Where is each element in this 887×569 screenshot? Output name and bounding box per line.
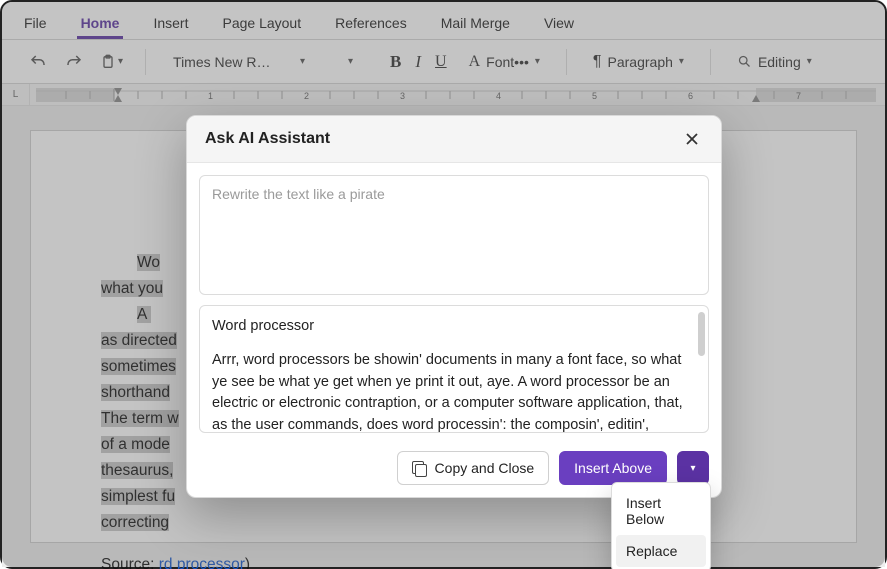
toolbar-divider	[710, 49, 711, 75]
menu-bar: File Home Insert Page Layout References …	[2, 2, 885, 40]
insert-dropdown-toggle[interactable]: ▾	[677, 451, 709, 485]
menu-tab-page-layout[interactable]: Page Layout	[218, 5, 305, 39]
source-trailing: )	[245, 556, 250, 569]
svg-text:7: 7	[796, 91, 801, 101]
copy-close-label: Copy and Close	[435, 460, 535, 476]
doc-text: simplest fu	[101, 488, 175, 505]
dropdown-replace[interactable]: Replace	[616, 535, 706, 567]
toolbar-divider	[566, 49, 567, 75]
font-name-label: Times New R…	[173, 54, 271, 70]
font-a-icon: A	[469, 53, 481, 71]
paragraph-button[interactable]: ¶ Paragraph ▾	[585, 49, 692, 75]
response-heading: Word processor	[212, 316, 696, 338]
insert-dropdown-menu: Insert Below Replace	[611, 482, 711, 569]
menu-tab-home[interactable]: Home	[77, 5, 124, 39]
svg-text:1: 1	[208, 91, 213, 101]
insert-above-label: Insert Above	[574, 460, 652, 476]
font-more-label: Font•••	[486, 54, 529, 70]
source-label: Source:	[101, 556, 159, 569]
copy-icon	[412, 461, 427, 476]
menu-tab-file[interactable]: File	[20, 5, 51, 39]
close-button[interactable]	[681, 128, 703, 150]
modal-title: Ask AI Assistant	[205, 130, 330, 148]
svg-text:3: 3	[400, 91, 405, 101]
menu-tab-view[interactable]: View	[540, 5, 578, 39]
scrollbar-thumb[interactable]	[698, 312, 705, 356]
editing-label: Editing	[758, 54, 801, 70]
doc-text: Wo	[137, 254, 160, 271]
svg-text:4: 4	[496, 91, 501, 101]
close-icon	[685, 132, 699, 146]
doc-text: shorthand	[101, 384, 170, 401]
chevron-down-icon: ▾	[535, 56, 540, 67]
undo-icon[interactable]	[24, 48, 52, 76]
redo-icon[interactable]	[60, 48, 88, 76]
svg-text:2: 2	[304, 91, 309, 101]
dropdown-insert-below[interactable]: Insert Below	[616, 487, 706, 535]
doc-text: sometimes	[101, 358, 176, 375]
toolbar-divider	[145, 49, 146, 75]
response-body: Arrr, word processors be showin' documen…	[212, 350, 696, 433]
response-output: Word processor Arrr, word processors be …	[199, 305, 709, 433]
indent-marker-bottom	[114, 95, 122, 102]
underline-button[interactable]: U	[435, 53, 447, 71]
modal-header: Ask AI Assistant	[187, 116, 721, 163]
insert-above-button[interactable]: Insert Above	[559, 451, 667, 485]
ruler-row: L 1 2 3 4 5 6 7	[2, 84, 885, 106]
editing-button[interactable]: Editing ▾	[729, 50, 820, 74]
chevron-down-icon: ▾	[690, 463, 695, 474]
svg-text:6: 6	[688, 91, 693, 101]
doc-text: correcting	[101, 514, 169, 531]
chevron-down-icon: ▾	[118, 56, 123, 67]
search-icon	[737, 54, 752, 69]
menu-tab-mail-merge[interactable]: Mail Merge	[437, 5, 514, 39]
horizontal-ruler[interactable]: 1 2 3 4 5 6 7	[30, 85, 885, 105]
chevron-down-icon: ▾	[807, 56, 812, 67]
ai-assistant-modal: Ask AI Assistant Word processor Arrr, wo…	[186, 115, 722, 498]
copy-and-close-button[interactable]: Copy and Close	[397, 451, 550, 485]
doc-text: as directed	[101, 332, 177, 349]
paragraph-label: Paragraph	[608, 54, 673, 70]
svg-text:5: 5	[592, 91, 597, 101]
toolbar: ▾ Times New R… ▾ ▾ B I U A Font••• ▾ ¶ P…	[2, 40, 885, 84]
italic-button[interactable]: I	[415, 52, 421, 72]
doc-text: what you	[101, 280, 163, 297]
font-more-button[interactable]: A Font••• ▾	[461, 49, 548, 75]
chevron-down-icon: ▾	[348, 56, 353, 67]
menu-tab-insert[interactable]: Insert	[149, 5, 192, 39]
doc-text: thesaurus,	[101, 462, 173, 479]
pilcrow-icon: ¶	[593, 53, 602, 71]
source-link[interactable]: rd processor	[159, 556, 245, 569]
menu-tab-references[interactable]: References	[331, 5, 411, 39]
doc-text: A	[137, 306, 151, 323]
font-name-select[interactable]: Times New R… ▾	[164, 49, 314, 75]
paste-icon[interactable]: ▾	[96, 48, 127, 76]
prompt-input[interactable]	[199, 175, 709, 295]
chevron-down-icon: ▾	[300, 56, 305, 67]
font-size-select[interactable]: ▾	[322, 51, 362, 72]
doc-text: The term w	[101, 410, 179, 427]
ruler-side-label: L	[2, 84, 30, 105]
bold-button[interactable]: B	[390, 52, 401, 72]
chevron-down-icon: ▾	[679, 56, 684, 67]
doc-text: of a mode	[101, 436, 170, 453]
